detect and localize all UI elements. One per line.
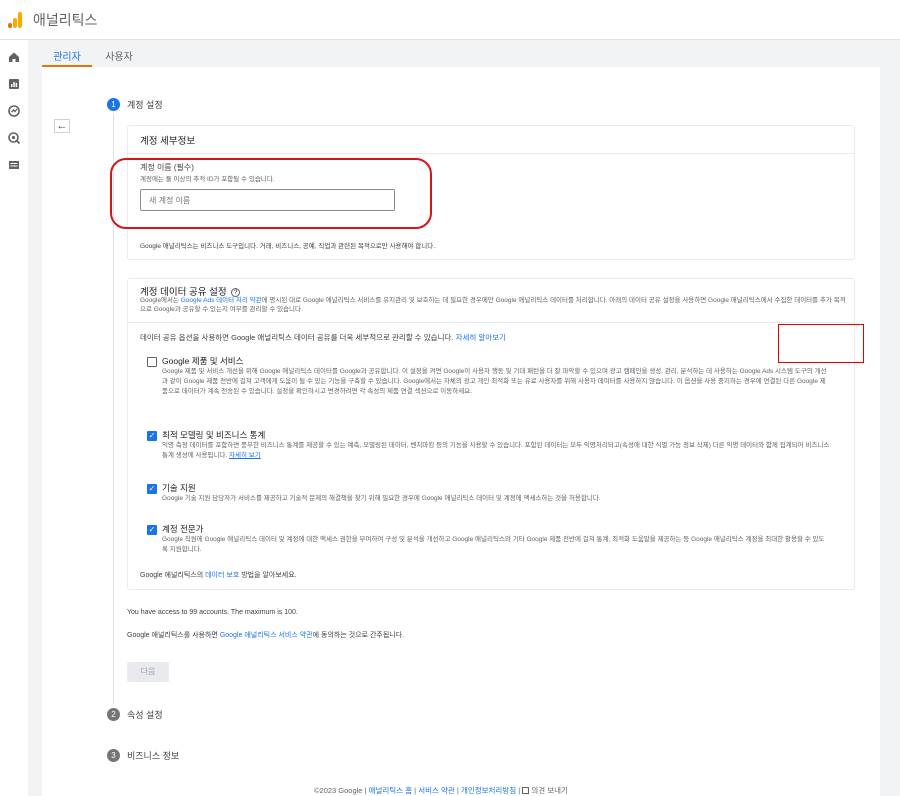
option-title-google-products: Google 제품 및 서비스 <box>162 356 244 366</box>
learn-more-link[interactable]: 자세히 알아보기 <box>456 333 506 342</box>
analytics-logo-icon[interactable] <box>8 11 22 28</box>
step-label: 계정 설정 <box>127 100 163 110</box>
data-protection-link[interactable]: 데이터 보호 <box>205 572 239 579</box>
manage-text: 데이터 공유 옵션을 사용하면 Google 애널리틱스 데이터 공유를 더욱 … <box>140 333 456 342</box>
data-sharing-intro: Google에서는 Google Ads 데이터 처리 약관에 명시된 대로 G… <box>140 296 846 314</box>
option-desc-google-products: Google 제품 및 서비스 개선을 위해 Google 애널리틱스 데이터를… <box>162 368 827 395</box>
account-limit-note: You have access to 99 accounts. The maxi… <box>127 609 298 616</box>
intro-text-a: Google에서는 <box>140 297 181 304</box>
option-desc-modeling-insights: 익명 측정 데이터를 포함하면 풍부한 비즈니스 통계를 제공할 수 있는 예측… <box>162 441 830 461</box>
terms-text-b: 에 동의하는 것으로 간주됩니다. <box>312 632 405 639</box>
footer-link-privacy[interactable]: 개인정보처리방침 <box>461 786 516 795</box>
divider <box>127 153 855 154</box>
option-desc-technical-support: Google 기술 지원 담당자가 서비스를 제공하고 기술적 문제의 해결책을… <box>162 495 601 502</box>
feedback-link[interactable]: 의견 보내기 <box>531 786 568 795</box>
option-title-account-specialists: 계정 전문가 <box>162 524 204 534</box>
step-number: 3 <box>107 749 120 762</box>
home-icon[interactable] <box>7 50 21 64</box>
checkbox-account-specialists[interactable]: ✓ <box>147 525 157 535</box>
page-footer: ©2023 Google | 애널리틱스 홈 | 서비스 약관 | 개인정보처리… <box>314 786 568 795</box>
option-desc-text: 익명 측정 데이터를 포함하면 풍부한 비즈니스 통계를 제공할 수 있는 예측… <box>162 442 830 459</box>
business-use-note: Google 애널리틱스는 비즈니스 도구입니다. 거래, 비즈니스, 공예, … <box>140 243 436 250</box>
option-desc-account-specialists: Google 직원에 Google 애널리틱스 데이터 및 계정에 대한 액세스… <box>162 536 825 553</box>
app-title: 애널리틱스 <box>33 11 98 28</box>
data-sharing-manage-text: 데이터 공유 옵션을 사용하면 Google 애널리틱스 데이터 공유를 더욱 … <box>140 333 506 343</box>
option-title-modeling-insights: 최적 모델링 및 비즈니스 통계 <box>162 430 266 440</box>
checkbox-google-products[interactable] <box>147 357 157 367</box>
reports-icon[interactable] <box>7 77 21 91</box>
next-button[interactable]: 다음 <box>127 662 169 682</box>
example-link[interactable]: 자세히 보기 <box>229 452 261 459</box>
back-arrow-icon[interactable]: ← <box>54 119 70 133</box>
terms-of-service-link[interactable]: Google 애널리틱스 서비스 약관 <box>220 632 313 639</box>
divider <box>127 322 855 323</box>
step-label: 비즈니스 정보 <box>127 751 180 761</box>
checkbox-modeling-insights[interactable]: ✓ <box>147 431 157 441</box>
footer-link-analytics-home[interactable]: 애널리틱스 홈 <box>369 786 412 795</box>
step-property-setup[interactable]: 2 속성 설정 <box>107 708 163 721</box>
annotation-highlight-oval <box>110 158 432 229</box>
option-title-technical-support: 기술 지원 <box>162 483 196 493</box>
step-business-info[interactable]: 3 비즈니스 정보 <box>107 749 179 762</box>
configure-icon[interactable] <box>7 158 21 172</box>
annotation-highlight-box <box>778 324 864 363</box>
footer-link-terms[interactable]: 서비스 약관 <box>418 786 455 795</box>
step-label: 속성 설정 <box>127 710 163 720</box>
data-protection-note: Google 애널리틱스의 데이터 보호 방법을 알아보세요. <box>140 571 297 580</box>
step-account-setup[interactable]: 1 계정 설정 <box>107 98 163 111</box>
explore-icon[interactable] <box>7 104 21 118</box>
ads-terms-link[interactable]: Google Ads 데이터 처리 약관 <box>181 297 262 304</box>
top-app-bar: 애널리틱스 <box>0 0 900 40</box>
step-number: 1 <box>107 98 120 111</box>
terms-text-a: Google 애널리틱스를 사용하면 <box>127 632 220 639</box>
step-number: 2 <box>107 708 120 721</box>
left-nav-rail <box>0 40 28 796</box>
protect-text-b: 방법을 알아보세요. <box>239 572 297 579</box>
checkbox-technical-support[interactable]: ✓ <box>147 484 157 494</box>
tab-admin[interactable]: 관리자 <box>42 40 92 67</box>
account-details-title: 계정 세부정보 <box>140 136 196 147</box>
advertising-icon[interactable] <box>7 131 21 145</box>
feedback-icon[interactable] <box>522 787 530 794</box>
copyright: ©2023 Google <box>314 786 363 795</box>
protect-text-a: Google 애널리틱스의 <box>140 572 206 579</box>
terms-note: Google 애널리틱스를 사용하면 Google 애널리틱스 서비스 약관에 … <box>127 631 404 640</box>
admin-tabs: 관리자 사용자 <box>42 40 144 67</box>
tab-users[interactable]: 사용자 <box>94 40 144 67</box>
